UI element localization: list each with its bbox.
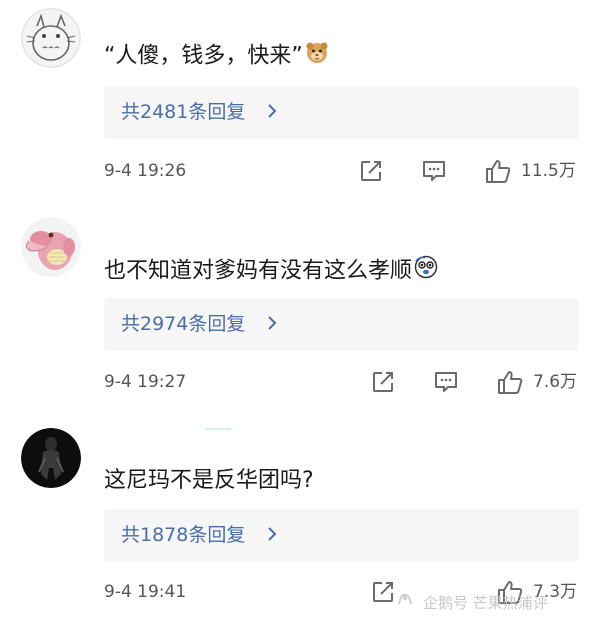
like-icon[interactable] (496, 369, 524, 399)
comment-timestamp: 9-4 19:26 (104, 161, 187, 181)
comment-icon[interactable] (433, 369, 459, 399)
replies-count-label: 共1878条回复 (121, 524, 246, 546)
chevron-right-icon (266, 313, 278, 337)
avatar[interactable] (21, 217, 81, 277)
chevron-right-icon (266, 101, 278, 125)
share-icon[interactable] (370, 369, 396, 399)
watermark: 企鹅号 芒果热浦评 (395, 590, 548, 617)
view-replies-button[interactable]: 共1878条回复 (104, 509, 579, 562)
comment-meta-row: 9-4 19:27 7.6万 (0, 367, 600, 397)
avatar[interactable] (21, 428, 81, 488)
like-count: 7.6万 (533, 372, 578, 392)
view-replies-button[interactable]: 共2481条回复 (104, 86, 579, 139)
dark-figure-avatar-icon (21, 428, 81, 488)
comment-item: “人傻，钱多，快来” 共2481条回复 9-4 19:26 11.5万 (0, 0, 600, 210)
comment-text: “人傻，钱多，快来” (104, 40, 329, 73)
totoro-avatar-icon (21, 8, 81, 68)
avatar[interactable] (21, 8, 81, 68)
surprised-face-emoji-icon (414, 255, 438, 288)
replies-count-label: 共2481条回复 (121, 101, 246, 123)
like-count: 11.5万 (521, 161, 576, 181)
penguin-logo-icon (395, 590, 415, 617)
share-icon[interactable] (358, 158, 384, 188)
share-icon[interactable] (370, 579, 396, 609)
comment-text-content: 也不知道对爹妈有没有这么孝顺 (104, 258, 413, 284)
pink-pokemon-avatar-icon (21, 217, 81, 277)
comment-meta-row: 9-4 19:26 11.5万 (0, 156, 600, 186)
comment-text: 也不知道对爹妈有没有这么孝顺 (104, 255, 438, 288)
like-icon[interactable] (484, 158, 512, 188)
comment-item: 也不知道对爹妈有没有这么孝顺 共2974条回复 9-4 19:27 7.6万 (0, 210, 600, 420)
view-replies-button[interactable]: 共2974条回复 (104, 298, 579, 351)
comment-timestamp: 9-4 19:41 (104, 582, 187, 602)
comment-text-content: “人傻，钱多，快来” (104, 43, 303, 69)
replies-count-label: 共2974条回复 (121, 313, 246, 335)
chevron-right-icon (266, 524, 278, 548)
watermark-text: 企鹅号 芒果热浦评 (423, 594, 548, 612)
comment-text-content: 这尼玛不是反华团吗? (104, 468, 314, 493)
hamster-emoji-icon (305, 40, 329, 73)
comment-icon[interactable] (421, 158, 447, 188)
comment-timestamp: 9-4 19:27 (104, 372, 187, 392)
comment-text: 这尼玛不是反华团吗? (104, 466, 314, 496)
